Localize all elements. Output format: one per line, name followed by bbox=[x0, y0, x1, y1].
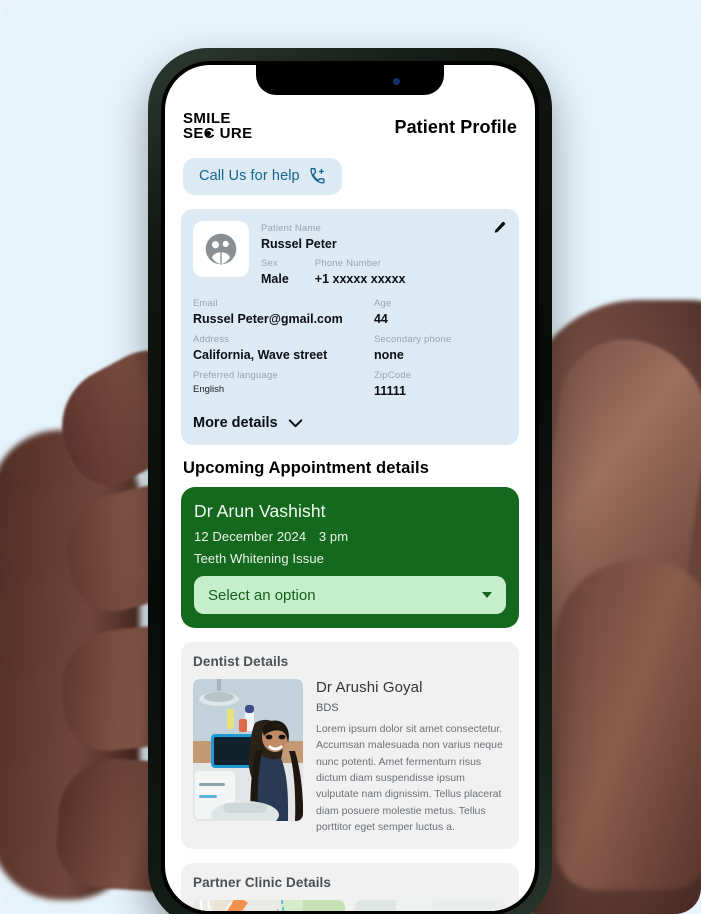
zipcode-label: ZipCode bbox=[373, 370, 412, 382]
phone-device: SMILE SEC URE Patient Profile Call Us fo… bbox=[148, 48, 552, 914]
dentist-degree: BDS bbox=[316, 702, 339, 715]
clinic-photo-thumbnail[interactable] bbox=[355, 900, 507, 911]
dentist-bio: Lorem ipsum dolor sit amet consectetur. … bbox=[316, 723, 503, 833]
age-value: 44 bbox=[373, 312, 388, 327]
partner-clinic-card: Partner Clinic Details bbox=[181, 863, 519, 911]
edit-patient-button[interactable] bbox=[492, 220, 507, 235]
dentist-name: Dr Arushi Goyal bbox=[316, 679, 423, 697]
appointment-issue: Teeth Whitening Issue bbox=[194, 551, 325, 567]
phone-number-label: Phone Number bbox=[314, 257, 382, 269]
call-us-for-help-button[interactable]: Call Us for help bbox=[183, 157, 342, 195]
sex-label: Sex bbox=[261, 257, 278, 269]
more-details-label: More details bbox=[193, 415, 278, 432]
appointment-time: 3 pm bbox=[318, 529, 349, 545]
appointment-doctor-name: Dr Arun Vashisht bbox=[194, 501, 326, 522]
pencil-icon bbox=[494, 221, 506, 233]
patient-info-card: Patient Name Russel Peter Sex Male Phone… bbox=[181, 208, 519, 446]
app-content: SMILE SEC URE Patient Profile Call Us fo… bbox=[165, 65, 535, 911]
sex-value: Male bbox=[261, 271, 289, 286]
more-details-toggle[interactable]: More details bbox=[193, 415, 505, 431]
page-background: SMILE SEC URE Patient Profile Call Us fo… bbox=[0, 0, 701, 914]
preferred-language-value: English bbox=[193, 384, 225, 396]
dentist-details-card: Dentist Details Dr Arushi Goyal BDS Lore… bbox=[181, 642, 519, 850]
appointment-option-selected-label: Select an option bbox=[208, 586, 316, 604]
chevron-down-icon bbox=[288, 419, 302, 427]
address-value: California, Wave street bbox=[193, 348, 328, 363]
email-value: Russel Peter@gmail.com bbox=[193, 312, 343, 327]
call-us-label: Call Us for help bbox=[199, 168, 300, 185]
avatar bbox=[193, 220, 249, 277]
email-label: Email bbox=[193, 297, 218, 309]
app-logo[interactable]: SMILE SEC URE bbox=[183, 111, 252, 142]
appointment-card: Dr Arun Vashisht 12 December 2024 3 pm T… bbox=[181, 487, 519, 629]
phone-screen: SMILE SEC URE Patient Profile Call Us fo… bbox=[165, 65, 535, 911]
secondary-phone-label: Secondary phone bbox=[373, 333, 452, 345]
appointment-option-select[interactable]: Select an option bbox=[194, 576, 506, 615]
preferred-language-label: Preferred language bbox=[193, 370, 278, 382]
logo-line-2: SEC URE bbox=[183, 125, 253, 143]
age-label: Age bbox=[373, 297, 392, 309]
partner-clinic-title: Partner Clinic Details bbox=[193, 875, 331, 891]
address-label: Address bbox=[193, 333, 230, 345]
phone-number-value: +1 xxxxx xxxxx bbox=[314, 271, 406, 286]
phone-plus-icon bbox=[310, 167, 325, 184]
appointments-section-title: Upcoming Appointment details bbox=[183, 459, 430, 478]
zipcode-value: 11111 bbox=[373, 384, 406, 399]
appointment-datetime: 12 December 2024 3 pm bbox=[194, 529, 506, 544]
page-title: Patient Profile bbox=[394, 117, 517, 137]
logo-line-1: SMILE bbox=[183, 110, 231, 127]
group-people-icon bbox=[205, 233, 237, 265]
chevron-down-icon bbox=[482, 592, 492, 599]
front-camera-icon bbox=[393, 78, 400, 85]
secondary-phone-value: none bbox=[373, 348, 404, 363]
dentist-photo bbox=[193, 679, 303, 822]
dentist-details-title: Dentist Details bbox=[193, 654, 289, 670]
patient-name-label: Patient Name bbox=[261, 222, 321, 234]
phone-notch bbox=[256, 65, 444, 95]
patient-name-value: Russel Peter bbox=[261, 236, 337, 251]
appointment-date: 12 December 2024 bbox=[194, 529, 307, 545]
map-thumbnail[interactable]: Kshitij Leisure V bbox=[193, 900, 345, 911]
